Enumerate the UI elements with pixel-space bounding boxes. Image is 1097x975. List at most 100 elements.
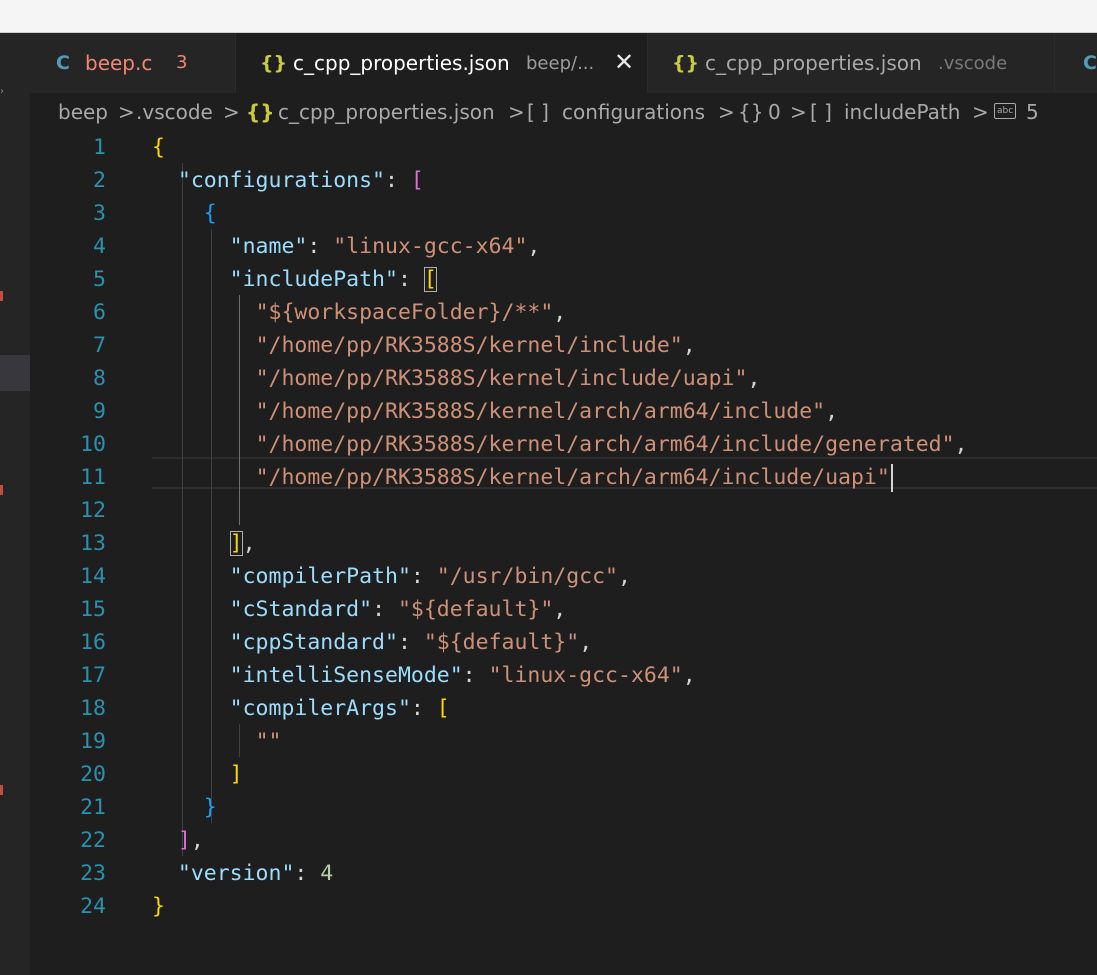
tab-label: beep.c: [85, 51, 153, 75]
title-bar: [0, 0, 1097, 33]
explorer-selected-item[interactable]: [0, 355, 30, 391]
tab-c-cpp-properties-vscode[interactable]: {} c_cpp_properties.json .vscode: [648, 33, 1055, 93]
tab-c-cpp-properties-active[interactable]: {} c_cpp_properties.json beep/... ✕: [236, 33, 648, 93]
line-number: 4: [93, 234, 106, 259]
line-number: 16: [80, 630, 106, 655]
json-key: "compilerPath": [229, 564, 411, 589]
line-number: 24: [80, 894, 106, 919]
code-line: "/home/pp/RK3588S/kernel/arch/arm64/incl…: [255, 432, 968, 457]
code-line: ],: [229, 531, 256, 556]
code-editor[interactable]: 1 2 3 4 5 6 7 8 9 10 11 12 13 14 15 16 1…: [30, 131, 1097, 975]
code-line: "/home/pp/RK3588S/kernel/arch/arm64/incl…: [255, 399, 839, 424]
string-icon: abc: [994, 103, 1017, 119]
code-line: "${workspaceFolder}/**",: [255, 300, 567, 325]
breadcrumb-item[interactable]: .vscode: [136, 100, 213, 124]
line-number: 9: [93, 399, 106, 424]
open-brace: {: [152, 135, 165, 160]
activity-bar: ›: [0, 33, 30, 975]
code-line: "compilerArgs": [: [229, 696, 450, 721]
json-key: "cppStandard": [229, 630, 398, 655]
code-line: "/home/pp/RK3588S/kernel/include",: [255, 333, 696, 358]
line-number: 1: [93, 135, 106, 160]
tab-label: c_cpp_properties.json: [293, 51, 510, 75]
breadcrumb-separator: >: [508, 100, 525, 124]
tab-description: .vscode: [938, 53, 1008, 74]
json-string: "/home/pp/RK3588S/kernel/arch/arm64/incl…: [255, 432, 955, 457]
code-line: "configurations": [: [177, 168, 424, 193]
error-marker-icon: [0, 485, 3, 495]
breadcrumb-separator: >: [790, 100, 807, 124]
breadcrumb-separator: >: [972, 100, 989, 124]
json-string: "/home/pp/RK3588S/kernel/arch/arm64/incl…: [255, 399, 826, 424]
line-number: 12: [80, 498, 106, 523]
code-line: "compilerPath": "/usr/bin/gcc",: [229, 564, 631, 589]
code-line: ]: [229, 762, 243, 787]
object-icon: {}: [738, 100, 764, 124]
line-number: 13: [80, 531, 106, 556]
breadcrumb: beep > .vscode > {} c_cpp_properties.jso…: [30, 93, 1097, 131]
code-line: ],: [177, 828, 204, 853]
breadcrumb-item[interactable]: c_cpp_properties.json: [278, 100, 495, 124]
json-string: "": [255, 729, 282, 754]
json-string: "linux-gcc-x64": [488, 663, 683, 688]
tab-beep-c[interactable]: C beep.c 3: [30, 33, 236, 93]
code-line: {: [152, 197, 217, 230]
editor-tab-bar: C beep.c 3 {} c_cpp_properties.json beep…: [30, 33, 1097, 93]
breadcrumb-item[interactable]: configurations: [562, 100, 705, 124]
breadcrumb-item[interactable]: beep: [58, 100, 108, 124]
json-number: 4: [320, 861, 334, 886]
json-string: "${default}": [397, 597, 554, 622]
line-number: 15: [80, 597, 106, 622]
json-key: "compilerArgs": [229, 696, 411, 721]
line-number: 7: [93, 333, 106, 358]
collapse-arrow-icon[interactable]: ›: [0, 87, 6, 97]
code-line-current: "/home/pp/RK3588S/kernel/arch/arm64/incl…: [152, 461, 893, 494]
json-string: "${workspaceFolder}/**": [255, 300, 554, 325]
c-file-icon: C: [56, 52, 70, 74]
c-file-icon: C: [1083, 52, 1097, 74]
line-number: 10: [80, 432, 106, 457]
code-line: "name": "linux-gcc-x64",: [229, 234, 541, 259]
line-number: 20: [80, 762, 106, 787]
json-string: "/home/pp/RK3588S/kernel/arch/arm64/incl…: [255, 465, 890, 490]
array-icon: [ ]: [527, 100, 549, 124]
json-key: "includePath": [229, 267, 398, 292]
matched-bracket: ]: [229, 531, 243, 556]
json-string: "linux-gcc-x64": [333, 234, 528, 259]
problem-count-badge: 3: [176, 52, 188, 73]
breadcrumb-separator: >: [118, 100, 135, 124]
code-line: "includePath": [: [229, 267, 437, 292]
line-number: 19: [80, 729, 106, 754]
line-number: 18: [80, 696, 106, 721]
line-number: 17: [80, 663, 106, 688]
json-key: "intelliSenseMode": [229, 663, 463, 688]
breadcrumb-item[interactable]: 0: [768, 100, 781, 124]
code-line: "intelliSenseMode": "linux-gcc-x64",: [229, 663, 696, 688]
json-string: "/home/pp/RK3588S/kernel/include/uapi": [255, 366, 748, 391]
line-number: 5: [93, 267, 106, 292]
line-number: 21: [80, 795, 106, 820]
tab-overflow-c-file[interactable]: C: [1055, 33, 1097, 93]
json-file-icon: {}: [672, 52, 700, 74]
breadcrumb-separator: >: [223, 100, 240, 124]
matched-bracket: [: [423, 267, 437, 292]
code-line: "/home/pp/RK3588S/kernel/include/uapi",: [255, 366, 761, 391]
breadcrumb-item[interactable]: includePath: [844, 100, 960, 124]
line-number: 8: [93, 366, 106, 391]
json-string: "/usr/bin/gcc": [436, 564, 618, 589]
json-key: "version": [177, 861, 295, 886]
breadcrumb-separator: >: [718, 100, 735, 124]
breadcrumb-item[interactable]: 5: [1026, 100, 1039, 124]
text-cursor: [890, 464, 893, 492]
close-icon[interactable]: ✕: [614, 48, 634, 76]
error-marker-icon: [0, 785, 3, 795]
code-line: }: [203, 795, 217, 820]
code-line: {: [152, 131, 165, 164]
json-string: "${default}": [423, 630, 580, 655]
json-file-icon: {}: [260, 52, 288, 74]
open-brace: {: [203, 201, 217, 226]
line-number: 6: [93, 300, 106, 325]
code-line: }: [152, 894, 165, 919]
line-number: 14: [80, 564, 106, 589]
line-number: 23: [80, 861, 106, 886]
